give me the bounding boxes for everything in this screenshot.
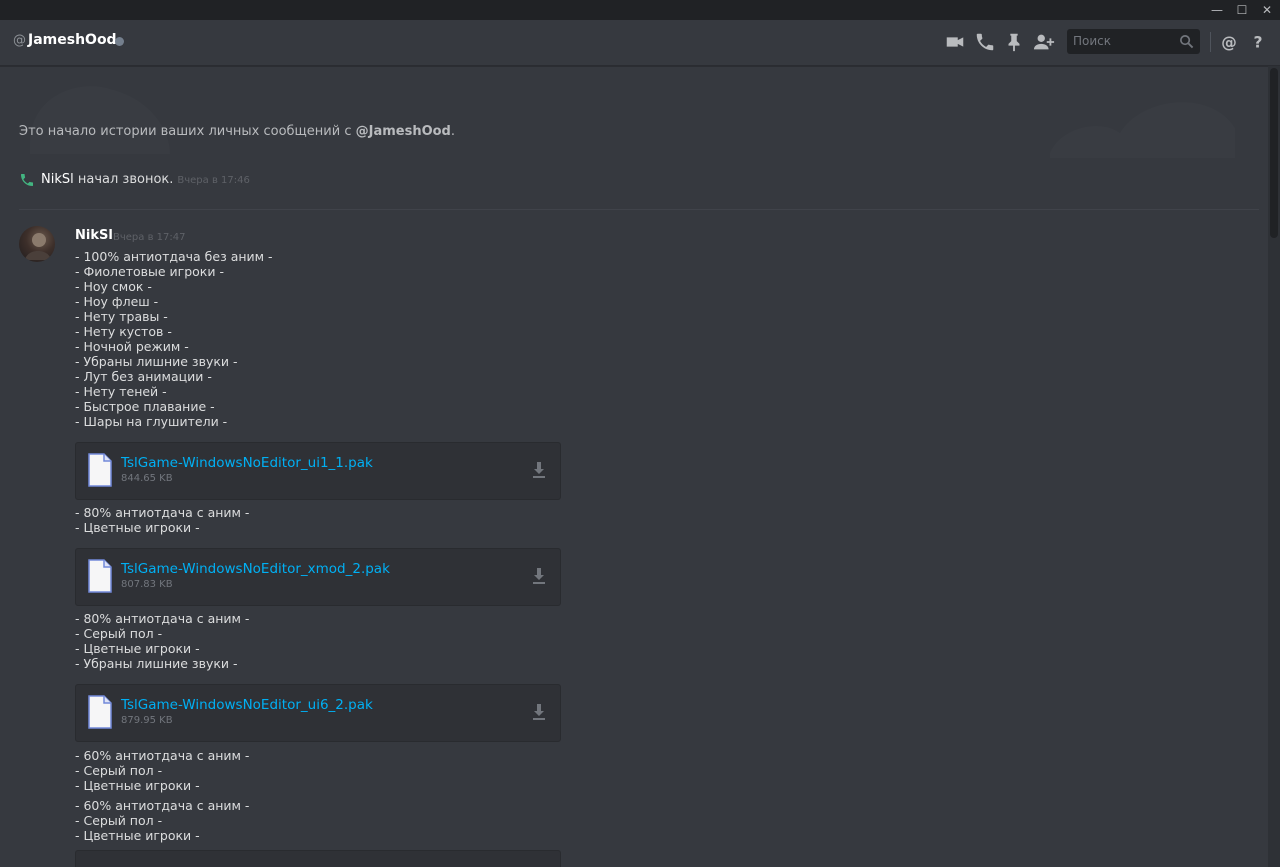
search-input[interactable]: Поиск <box>1067 29 1200 54</box>
intro-username[interactable]: @JameshOod <box>356 124 451 139</box>
status-indicator <box>115 37 124 46</box>
conversation-intro: Это начало истории ваших личных сообщени… <box>19 124 456 139</box>
add-friend-icon[interactable] <box>1033 31 1055 53</box>
file-size: 807.83 KB <box>121 579 173 590</box>
video-call-icon[interactable] <box>944 31 966 53</box>
mention-icon[interactable]: @ <box>1218 31 1240 53</box>
download-icon[interactable] <box>531 703 547 721</box>
watermark-right-icon <box>1050 102 1235 158</box>
voice-call-icon[interactable] <box>974 31 996 53</box>
file-icon <box>88 695 112 729</box>
file-attachment-partial <box>75 850 561 867</box>
header-separator <box>1210 32 1211 52</box>
message-author[interactable]: NikSl <box>75 228 113 243</box>
message-text-group-3: - 80% антиотдача с аним - - Серый пол - … <box>75 611 250 671</box>
call-username[interactable]: NikSl <box>41 172 74 187</box>
help-icon[interactable]: ? <box>1247 31 1269 53</box>
message-text-group-2: - 80% антиотдача с аним - - Цветные игро… <box>75 505 250 535</box>
messages-area[interactable]: Это начало истории ваших личных сообщени… <box>0 66 1268 867</box>
window-titlebar: — ☐ ✕ <box>0 0 1280 20</box>
file-icon <box>88 559 112 593</box>
watermark-left-icon <box>30 86 170 154</box>
file-attachment: TslGame-WindowsNoEditor_ui6_2.pak 879.95… <box>75 684 561 742</box>
file-attachment: TslGame-WindowsNoEditor_ui1_1.pak 844.65… <box>75 442 561 500</box>
pin-icon[interactable] <box>1003 31 1025 53</box>
call-timestamp: Вчера в 17:46 <box>177 175 250 186</box>
file-link[interactable]: TslGame-WindowsNoEditor_ui1_1.pak <box>121 455 373 471</box>
channel-header: @ JameshOod Поиск @ ? <box>0 20 1280 66</box>
file-size: 844.65 KB <box>121 473 173 484</box>
file-link[interactable]: TslGame-WindowsNoEditor_ui6_2.pak <box>121 697 373 713</box>
download-icon[interactable] <box>531 567 547 585</box>
message-text-group-4: - 60% антиотдача с аним - - Серый пол - … <box>75 748 250 793</box>
minimize-button[interactable]: — <box>1205 0 1229 20</box>
maximize-button[interactable]: ☐ <box>1230 0 1254 20</box>
message-text-group-5: - 60% антиотдача с аним - - Серый пол - … <box>75 798 250 843</box>
file-icon <box>88 453 112 487</box>
message-divider <box>19 209 1259 210</box>
message-timestamp: Вчера в 17:47 <box>113 232 186 243</box>
file-link[interactable]: TslGame-WindowsNoEditor_xmod_2.pak <box>121 561 390 577</box>
at-symbol: @ <box>13 33 26 48</box>
download-icon[interactable] <box>531 461 547 479</box>
close-button[interactable]: ✕ <box>1255 0 1279 20</box>
search-placeholder: Поиск <box>1073 34 1112 48</box>
svg-text:@: @ <box>1221 34 1237 52</box>
file-attachment: TslGame-WindowsNoEditor_xmod_2.pak 807.8… <box>75 548 561 606</box>
phone-call-icon <box>19 172 35 188</box>
scrollbar-thumb[interactable] <box>1270 68 1278 238</box>
avatar[interactable] <box>19 226 55 262</box>
file-size: 879.95 KB <box>121 715 173 726</box>
svg-text:?: ? <box>1253 34 1262 52</box>
dm-username[interactable]: JameshOod <box>28 32 117 48</box>
message-text-group-1: - 100% антиотдача без аним - - Фиолетовы… <box>75 249 273 429</box>
search-icon <box>1179 34 1194 49</box>
